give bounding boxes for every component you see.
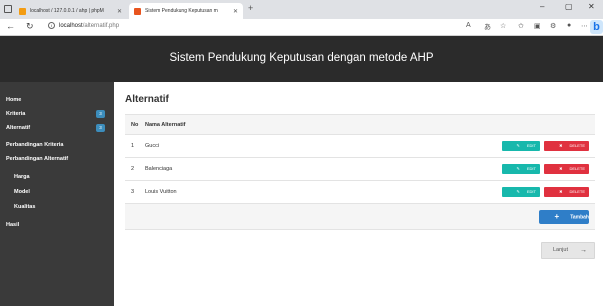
translate-icon[interactable]: あ [484,22,491,32]
tab-title: localhost / 127.0.0.1 / ahp | phpM [30,8,104,14]
table-header-row: No Nama Alternatif [125,114,595,135]
table-row: 2 Balenciaga ✎ EDIT ✖ DELETE [125,157,595,181]
app-title: Sistem Pendukung Keputusan dengan metode… [169,52,434,64]
delete-button[interactable]: ✖ DELETE [544,164,589,174]
minimize-button[interactable]: – [540,2,544,11]
url-host: localhost [59,23,83,30]
more-menu-icon[interactable]: ⋯ [581,22,588,30]
address-bar: ← ↻ i localhost/alternatif.php A あ ☆ ✩ ▣ … [0,19,603,36]
page-title: Alternatif [125,94,169,105]
extensions-icon[interactable]: ⚙ [550,22,556,30]
edit-button[interactable]: ✎ EDIT [502,187,540,197]
close-icon: ✖ [559,189,563,194]
arrow-right-icon: → [580,247,587,254]
row-name: Balenciaga [145,157,282,181]
edit-icon: ✎ [516,143,520,148]
edit-label: EDIT [526,189,536,194]
delete-button[interactable]: ✖ DELETE [544,187,589,197]
delete-button[interactable]: ✖ DELETE [544,141,589,151]
read-aloud-icon[interactable]: A [466,22,471,29]
sidebar-item-alternatif[interactable]: Alternatif [6,125,30,131]
row-name: Louis Vuitton [145,180,282,204]
close-icon: ✖ [559,166,563,171]
close-icon: ✖ [559,143,563,148]
app-header: Sistem Pendukung Keputusan dengan metode… [0,36,603,82]
delete-label: DELETE [569,143,585,148]
edit-label: EDIT [526,143,536,148]
sidebar: Home Kriteria 3 Alternatif 3 Perbandinga… [0,82,114,306]
edit-label: EDIT [526,166,536,171]
tab-actions-icon[interactable] [4,5,12,13]
table-row: 1 Gucci ✎ EDIT ✖ DELETE [125,134,595,158]
column-header-no: No [125,114,145,135]
url-field[interactable]: i localhost/alternatif.php [48,22,119,29]
sidebar-item-perbandingan-kriteria[interactable]: Perbandingan Kriteria [6,142,63,148]
row-number: 1 [125,134,145,158]
kriteria-count-badge: 3 [96,110,105,118]
plus-icon: + [554,211,560,221]
delete-label: DELETE [569,166,585,171]
tab-spk[interactable]: Sistem Pendukung Keputusan m ✕ [129,3,243,19]
tab-phpmyadmin[interactable]: localhost / 127.0.0.1 / ahp | phpM ✕ [14,3,127,19]
alternatif-table: No Nama Alternatif 1 Gucci ✎ EDIT ✖ DELETE … [125,114,595,230]
refresh-icon[interactable]: ↻ [26,21,34,32]
sidebar-item-kriteria[interactable]: Kriteria [6,111,25,117]
next-button[interactable]: Lanjut → [541,242,595,259]
edge-copilot-icon[interactable]: b [590,20,603,34]
row-number: 2 [125,157,145,181]
restore-button[interactable]: ▢ [565,2,573,11]
new-tab-button[interactable]: + [248,3,253,13]
table-row: 3 Louis Vuitton ✎ EDIT ✖ DELETE [125,180,595,204]
sidebar-item-perbandingan-alternatif[interactable]: Perbandingan Alternatif [6,156,68,162]
edit-button[interactable]: ✎ EDIT [502,164,540,174]
collections-icon[interactable]: ▣ [534,22,541,30]
add-button[interactable]: + Tambah [539,209,589,224]
site-favicon-icon [134,7,141,15]
sidebar-item-hasil[interactable]: Hasil [6,222,19,228]
browser-tab-bar: localhost / 127.0.0.1 / ahp | phpM ✕ Sis… [0,0,603,19]
edit-icon: ✎ [516,166,520,171]
sidebar-item-home[interactable]: Home [6,97,21,103]
close-tab-icon[interactable]: ✕ [233,8,238,15]
alternatif-count-badge: 3 [96,124,105,132]
row-name: Gucci [145,134,282,158]
sidebar-item-harga[interactable]: Harga [14,174,30,180]
back-icon[interactable]: ← [6,21,15,31]
url-path: /alternatif.php [82,23,120,30]
edit-button[interactable]: ✎ EDIT [502,141,540,151]
delete-label: DELETE [569,189,585,194]
tab-title: Sistem Pendukung Keputusan m [145,8,218,14]
sidebar-item-kualitas[interactable]: Kualitas [14,204,35,210]
favorites-icon[interactable]: ✩ [518,22,524,30]
next-label: Lanjut [553,247,568,253]
phpmyadmin-favicon-icon [19,7,26,15]
column-header-nama: Nama Alternatif [145,114,282,135]
profile-icon[interactable]: ● [567,22,571,29]
edit-icon: ✎ [516,189,520,194]
sidebar-item-model[interactable]: Model [14,189,30,195]
table-footer-row: + Tambah [125,203,595,230]
close-tab-icon[interactable]: ✕ [117,8,122,15]
site-info-icon[interactable]: i [48,22,55,29]
add-label: Tambah [570,213,589,220]
close-window-button[interactable]: ✕ [588,2,595,11]
row-number: 3 [125,180,145,204]
favorite-star-icon[interactable]: ☆ [500,22,506,30]
